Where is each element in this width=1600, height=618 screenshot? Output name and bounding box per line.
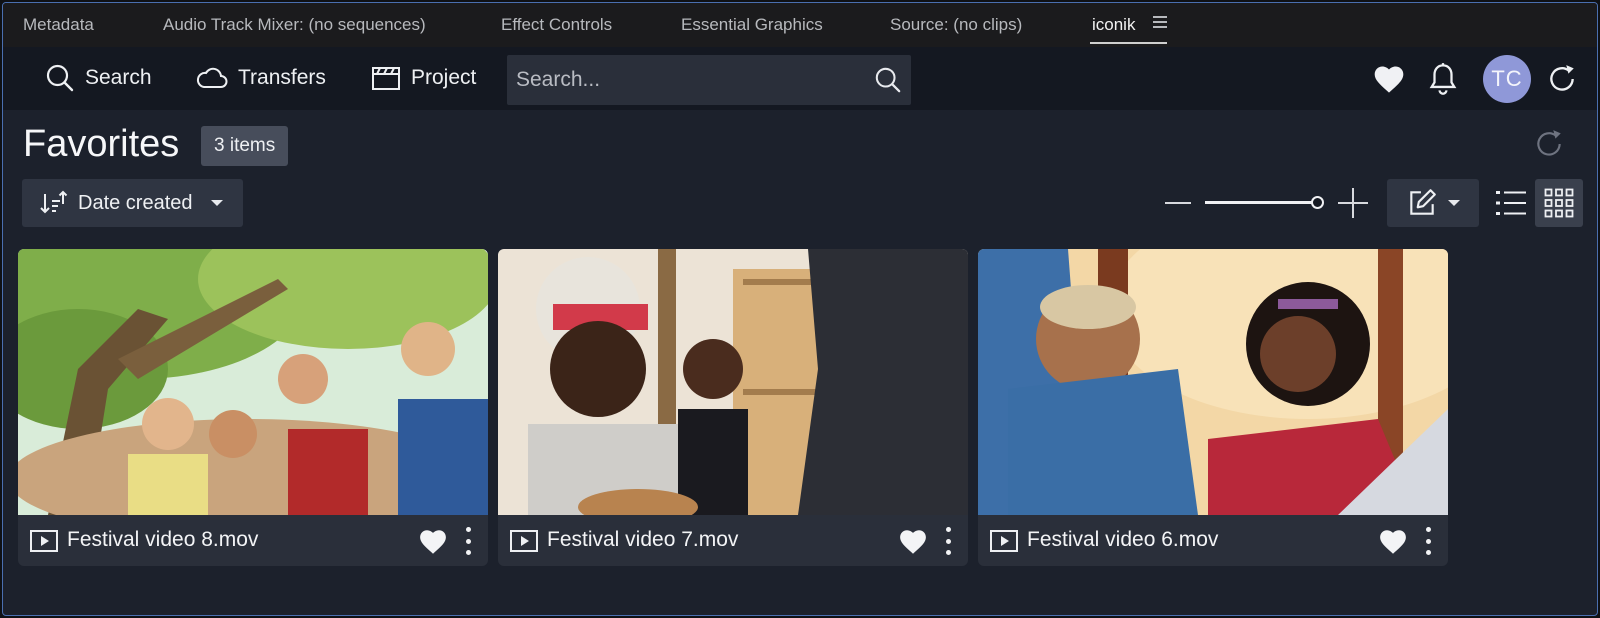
asset-title[interactable]: Festival video 8.mov — [67, 528, 258, 552]
asset-thumbnail[interactable] — [978, 249, 1448, 515]
tab-effect-controls[interactable]: Effect Controls — [501, 15, 612, 35]
panel-tab-strip: Metadata Audio Track Mixer: (no sequence… — [3, 3, 1597, 47]
iconik-panel: Metadata Audio Track Mixer: (no sequence… — [2, 2, 1598, 616]
zoom-slider-handle[interactable] — [1311, 196, 1324, 209]
video-file-icon — [30, 530, 58, 552]
more-options-icon[interactable] — [938, 525, 958, 557]
refresh-list-button[interactable] — [1533, 128, 1565, 165]
heart-icon — [900, 530, 926, 554]
search-submit-button[interactable] — [865, 57, 911, 103]
reload-button[interactable] — [1542, 59, 1582, 99]
nav-search[interactable]: Search — [45, 61, 152, 95]
clapper-icon — [372, 67, 400, 90]
tab-essential-graphics[interactable]: Essential Graphics — [681, 15, 823, 35]
zoom-in-button[interactable] — [1338, 188, 1368, 218]
favorite-toggle[interactable] — [418, 528, 448, 560]
sort-dropdown[interactable]: Date created — [22, 179, 243, 227]
nav-project-label: Project — [411, 66, 477, 89]
asset-thumbnail[interactable] — [498, 249, 968, 515]
nav-transfers-label: Transfers — [238, 66, 326, 89]
user-avatar[interactable]: TC — [1483, 55, 1531, 103]
more-options-icon[interactable] — [1418, 525, 1438, 557]
list-view-button[interactable] — [1494, 186, 1528, 220]
asset-title[interactable]: Festival video 7.mov — [547, 528, 738, 552]
asset-card-footer: Festival video 7.mov — [498, 515, 968, 566]
zoom-out-button[interactable] — [1165, 202, 1191, 204]
magnifier-icon — [875, 67, 901, 93]
refresh-icon — [1550, 65, 1574, 91]
page-title: Favorites — [23, 123, 180, 165]
festival-musicians-image — [498, 249, 968, 515]
bell-icon — [1429, 63, 1457, 95]
favorite-toggle[interactable] — [898, 528, 928, 560]
more-options-icon[interactable] — [458, 525, 478, 557]
zoom-slider-fill — [1205, 201, 1317, 204]
heart-icon — [1380, 530, 1406, 554]
zoom-slider[interactable] — [1205, 196, 1324, 209]
asset-card-footer: Festival video 8.mov — [18, 515, 488, 566]
video-file-icon — [510, 530, 538, 552]
nav-project[interactable]: Project — [371, 61, 476, 95]
sort-label: Date created — [78, 191, 193, 214]
asset-card-footer: Festival video 6.mov — [978, 515, 1448, 566]
nav-search-label: Search — [85, 66, 152, 89]
grid-icon — [1544, 188, 1574, 218]
heart-icon — [420, 530, 446, 554]
asset-card[interactable]: Festival video 6.mov — [978, 249, 1448, 566]
search-input[interactable] — [507, 55, 865, 105]
notifications-button[interactable] — [1423, 59, 1463, 99]
tab-metadata[interactable]: Metadata — [23, 15, 94, 35]
festival-group-image — [18, 249, 488, 515]
heart-icon — [1374, 66, 1404, 93]
tab-source[interactable]: Source: (no clips) — [890, 15, 1022, 35]
search-field — [507, 55, 911, 105]
item-count-badge: 3 items — [201, 126, 289, 166]
asset-title[interactable]: Festival video 6.mov — [1027, 528, 1218, 552]
asset-card[interactable]: Festival video 8.mov — [18, 249, 488, 566]
grid-view-button[interactable] — [1535, 179, 1583, 227]
video-file-icon — [990, 530, 1018, 552]
festival-singers-image — [978, 249, 1448, 515]
asset-thumbnail[interactable] — [18, 249, 488, 515]
favorite-toggle[interactable] — [1378, 528, 1408, 560]
list-icon — [1496, 191, 1526, 215]
magnifier-icon — [46, 64, 74, 92]
refresh-icon — [1537, 130, 1561, 156]
chevron-down-icon — [210, 200, 223, 206]
favorites-button[interactable] — [1369, 59, 1409, 99]
bulk-edit-dropdown[interactable] — [1387, 179, 1479, 227]
cloud-icon — [196, 67, 228, 88]
iconik-toolbar: Search Transfers Project TC — [3, 47, 1597, 110]
tab-iconik[interactable]: iconik — [1089, 15, 1169, 44]
nav-transfers[interactable]: Transfers — [196, 61, 326, 95]
sort-icon — [40, 190, 68, 214]
asset-card[interactable]: Festival video 7.mov — [498, 249, 968, 566]
pencil-square-icon — [1410, 189, 1436, 215]
chevron-down-icon — [1448, 200, 1460, 206]
tab-audio-track-mixer[interactable]: Audio Track Mixer: (no sequences) — [163, 15, 426, 35]
panel-menu-icon[interactable] — [1153, 16, 1167, 31]
